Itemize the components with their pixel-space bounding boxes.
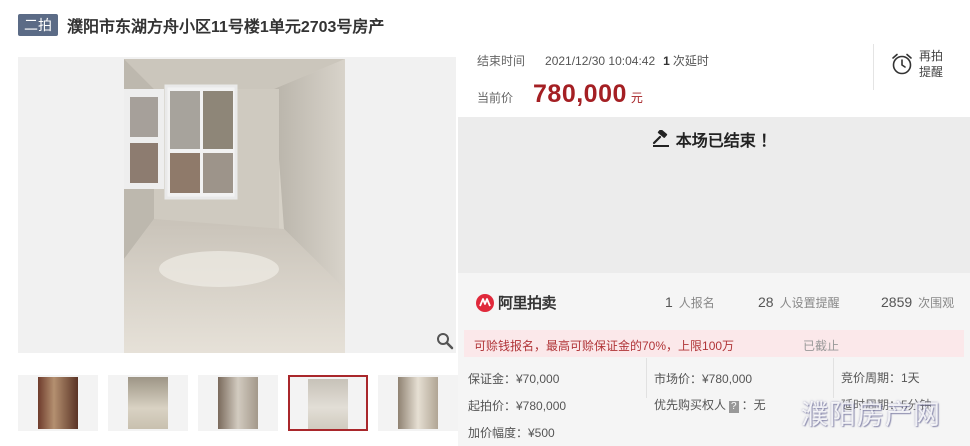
thumbnail-strip: [18, 375, 458, 431]
views-label: 次围观: [918, 296, 955, 310]
reminders-count: 28: [758, 294, 774, 310]
help-icon[interactable]: ?: [729, 401, 739, 413]
thumbnail[interactable]: [378, 375, 458, 431]
deposit-loan-banner[interactable]: 可赊钱报名，最高可赊保证金的70%，上限100万 已截止: [464, 330, 964, 357]
thumbnail[interactable]: [198, 375, 278, 431]
title-row: 二拍 濮阳市东湖方舟小区11号楼1单元2703号房产: [18, 12, 384, 38]
main-photo-frame: [18, 57, 456, 353]
end-time-label: 结束时间: [477, 54, 526, 68]
thumbnail[interactable]: [108, 375, 188, 431]
thumbnail[interactable]: [18, 375, 98, 431]
remind-label: 再拍 提醒: [919, 48, 943, 80]
remind-label-line1: 再拍: [919, 49, 944, 63]
zoom-button[interactable]: [436, 332, 454, 350]
magnifier-icon: [437, 333, 454, 350]
round-badge: 二拍: [18, 14, 58, 36]
deposit-loan-text: 可赊钱报名，最高可赊保证金的70%，上限100万: [474, 339, 735, 353]
auction-ended-box: 本场已结束 ！: [458, 117, 970, 273]
column-divider: [833, 358, 834, 398]
bidding-cycle: 竞价周期：1天: [841, 371, 920, 385]
end-time-value: 2021/12/30 10:04:42: [545, 54, 656, 68]
divider: [873, 44, 874, 90]
bid-increment: 加价幅度：¥500: [468, 426, 555, 440]
views-count: 2859: [881, 294, 913, 310]
views-stat: 2859 次围观: [881, 294, 954, 311]
logo-text: 阿里拍卖: [498, 295, 557, 312]
deposit-amount: 保证金：¥70,000: [468, 372, 560, 386]
gavel-icon: [652, 130, 669, 147]
signups-stat: 1 人报名: [665, 294, 715, 311]
signups-label: 人报名: [678, 296, 715, 310]
priority-buyer-value: ：无: [741, 398, 766, 412]
end-time-row: 结束时间 2021/12/30 10:04:42 1 次延时: [477, 52, 709, 69]
delay-label: 次延时: [672, 54, 709, 68]
alarm-clock-icon: [892, 53, 912, 75]
reminders-stat: 28 人设置提醒: [758, 294, 840, 311]
reminders-label: 人设置提醒: [779, 296, 840, 310]
ali-auction-logo-icon: [476, 293, 494, 312]
auction-ended-message: 本场已结束 ！: [458, 127, 970, 151]
start-price: 起拍价：¥780,000: [468, 399, 567, 413]
priority-buyer-label: 优先购买权人: [654, 398, 727, 412]
market-price: 市场价：¥780,000: [654, 372, 753, 386]
ended-text: 本场已结束 ！: [675, 133, 777, 150]
site-watermark: 濮阳房产网: [801, 400, 941, 431]
current-price-row: 当前价 780,000 元: [477, 80, 643, 109]
signups-count: 1: [665, 294, 673, 310]
auction-info-panel: 结束时间 2021/12/30 10:04:42 1 次延时 当前价 780,0…: [458, 42, 970, 117]
thumbnail-active[interactable]: [288, 375, 368, 431]
reauction-remind-button[interactable]: 再拍 提醒: [890, 48, 943, 80]
current-price-value: 780,000: [533, 80, 627, 108]
current-price-label: 当前价: [477, 91, 514, 105]
column-divider: [646, 358, 647, 398]
page-title: 濮阳市东湖方舟小区11号楼1单元2703号房产: [67, 19, 385, 36]
deposit-loan-status: 已截止: [803, 339, 840, 353]
remind-label-line2: 提醒: [919, 65, 944, 79]
priority-buyer: 优先购买权人? ：无: [654, 396, 766, 413]
auction-detail-page: 二拍 濮阳市东湖方舟小区11号楼1单元2703号房产 结束时间 2021/12/…: [0, 0, 970, 446]
delay-count: 1: [663, 54, 670, 68]
ali-auction-logo[interactable]: 阿里拍卖: [475, 292, 557, 313]
current-price-unit: 元: [630, 91, 643, 105]
main-photo[interactable]: [124, 59, 345, 353]
